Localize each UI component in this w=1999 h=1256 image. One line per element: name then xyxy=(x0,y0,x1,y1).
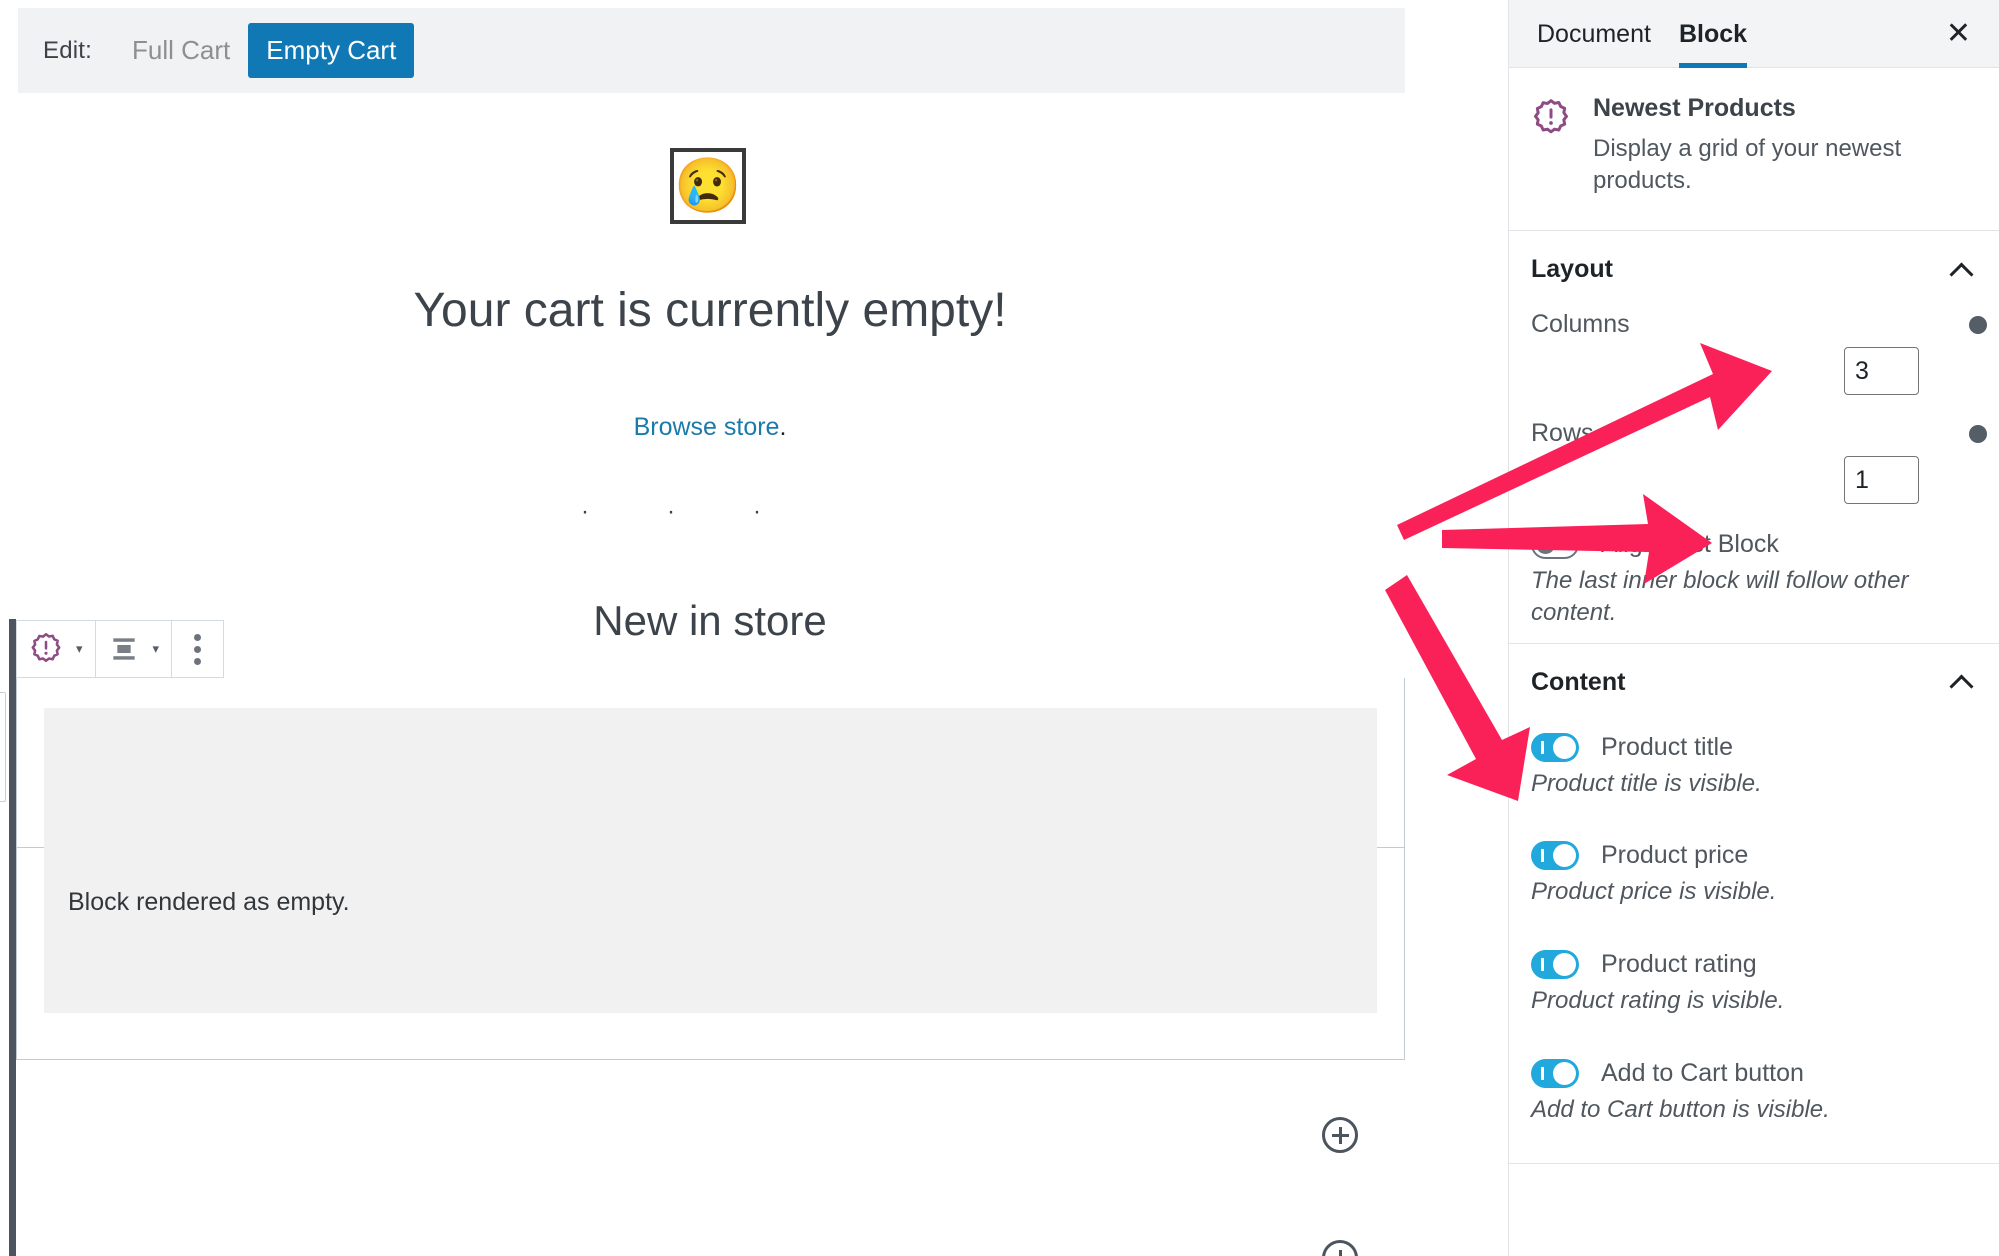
cart-edit-toolbar: Edit: Full Cart Empty Cart xyxy=(18,8,1405,93)
block-preview-border-left xyxy=(16,678,17,1060)
three-dots-vertical-icon[interactable] xyxy=(172,633,223,665)
product-rating-label: Product rating xyxy=(1601,950,1757,979)
product-rating-help: Product rating is visible. xyxy=(1531,987,1785,1015)
align-center-icon[interactable] xyxy=(96,621,152,677)
more-options-group xyxy=(172,621,223,677)
product-title-help: Product title is visible. xyxy=(1531,769,1762,797)
edit-label: Edit: xyxy=(43,36,93,64)
product-rating-setting: Product rating Product rating is visible… xyxy=(1509,932,1999,1041)
content-panel-title: Content xyxy=(1531,667,1626,696)
rows-number-input[interactable] xyxy=(1844,456,1919,505)
columns-range-slider[interactable] xyxy=(1969,315,1987,334)
newest-products-badge-icon[interactable] xyxy=(17,621,75,677)
content-panel: Content Product title Product title is v… xyxy=(1509,644,1999,1165)
block-selection-bar xyxy=(9,619,16,1256)
product-price-setting: Product price Product price is visible. xyxy=(1509,823,1999,932)
crying-face-emoji: 😢 xyxy=(670,148,746,224)
rows-control-row: Rows xyxy=(1509,397,1999,448)
block-preview-border-right xyxy=(1404,678,1405,1060)
alignment-chevron-down-icon[interactable]: ▾ xyxy=(153,641,172,657)
add-block-inserter-2[interactable] xyxy=(1322,1240,1358,1256)
browse-store-line: Browse store. xyxy=(0,413,1420,442)
sidebar-tabs: Document Block ✕ xyxy=(1509,0,1999,68)
add-to-cart-toggle[interactable] xyxy=(1531,1058,1579,1088)
block-card-description: Display a grid of your newest products. xyxy=(1593,135,1902,194)
align-last-block-toggle[interactable] xyxy=(1531,530,1579,560)
tab-empty-cart[interactable]: Empty Cart xyxy=(248,23,415,78)
browse-store-period: . xyxy=(779,413,787,441)
align-last-block-help: The last inner block will follow other c… xyxy=(1531,567,1909,627)
product-title-toggle[interactable] xyxy=(1531,732,1579,762)
block-info-card: Newest Products Display a grid of your n… xyxy=(1509,68,1999,232)
block-settings-sidebar: Document Block ✕ Newest Products Display… xyxy=(1508,0,1999,1256)
product-rating-row: Product rating xyxy=(1509,932,1999,980)
layout-panel-header[interactable]: Layout xyxy=(1509,231,1999,302)
newest-products-badge-icon xyxy=(1531,94,1571,196)
add-to-cart-help: Add to Cart button is visible. xyxy=(1531,1095,1830,1123)
product-price-help: Product price is visible. xyxy=(1531,878,1777,906)
block-card-title: Newest Products xyxy=(1593,94,1796,122)
rows-input-row xyxy=(1509,448,1999,506)
block-drag-handle[interactable] xyxy=(0,692,6,802)
block-type-chevron-down-icon[interactable]: ▾ xyxy=(76,641,95,657)
product-rating-toggle[interactable] xyxy=(1531,950,1579,980)
layout-panel: Layout Columns Rows Align Las xyxy=(1509,231,1999,644)
add-to-cart-row: Add to Cart button xyxy=(1509,1041,1999,1088)
add-to-cart-setting: Add to Cart button Add to Cart button is… xyxy=(1509,1041,1999,1150)
block-preview-placeholder[interactable] xyxy=(44,708,1377,1013)
columns-control-row: Columns xyxy=(1509,302,1999,339)
tab-block[interactable]: Block xyxy=(1665,0,1761,68)
block-toolbar: ▾ ▾ xyxy=(16,620,225,678)
browse-store-link[interactable]: Browse store xyxy=(634,413,780,441)
chevron-up-icon[interactable] xyxy=(1953,260,1973,280)
rows-label: Rows xyxy=(1531,419,1594,448)
product-price-label: Product price xyxy=(1601,841,1749,870)
product-title-setting: Product title Product title is visible. xyxy=(1509,715,1999,824)
columns-label: Columns xyxy=(1531,310,1630,339)
block-info-text: Newest Products Display a grid of your n… xyxy=(1593,94,1903,196)
columns-number-input[interactable] xyxy=(1844,347,1919,396)
add-block-inserter-1[interactable] xyxy=(1322,1117,1358,1153)
chevron-up-icon[interactable] xyxy=(1953,672,1973,692)
add-to-cart-label: Add to Cart button xyxy=(1601,1058,1804,1087)
alignment-group: ▾ xyxy=(96,621,173,677)
block-preview-frame-bottom xyxy=(16,1013,1405,1060)
empty-cart-title: Your cart is currently empty! xyxy=(413,284,1007,337)
tab-document[interactable]: Document xyxy=(1523,0,1665,68)
content-panel-header[interactable]: Content xyxy=(1509,644,1999,715)
product-price-row: Product price xyxy=(1509,823,1999,871)
align-last-block-label: Align Last Block xyxy=(1601,530,1779,559)
block-empty-message: Block rendered as empty. xyxy=(68,888,350,916)
tab-full-cart[interactable]: Full Cart xyxy=(114,23,248,78)
block-editor-canvas: Edit: Full Cart Empty Cart 😢 Your cart i… xyxy=(0,0,1508,1256)
close-icon[interactable]: ✕ xyxy=(1940,18,1977,50)
product-price-toggle[interactable] xyxy=(1531,841,1579,871)
screenshot-root: Edit: Full Cart Empty Cart 😢 Your cart i… xyxy=(0,0,1999,1256)
crying-face-glyph: 😢 xyxy=(674,156,742,216)
columns-input-row xyxy=(1509,339,1999,397)
product-title-row: Product title xyxy=(1509,715,1999,762)
layout-panel-title: Layout xyxy=(1531,255,1613,284)
block-type-group: ▾ xyxy=(17,621,96,677)
product-title-label: Product title xyxy=(1601,732,1734,761)
rows-range-slider[interactable] xyxy=(1969,424,1987,443)
separator-dots: ··· xyxy=(581,498,839,525)
align-last-block-row: Align Last Block xyxy=(1509,506,1999,560)
